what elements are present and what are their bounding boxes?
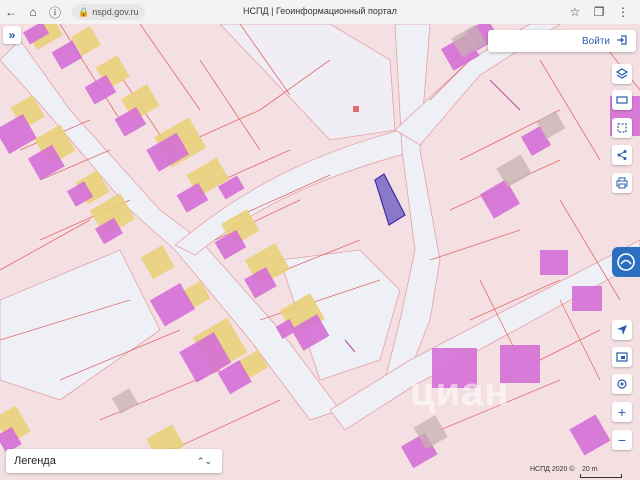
legend-label: Легенда — [14, 455, 56, 467]
url-text: nspd.gov.ru — [92, 7, 139, 17]
zoom-out-button[interactable]: − — [612, 430, 632, 450]
zoom-in-icon: + — [617, 404, 627, 420]
select-area-icon — [617, 123, 627, 133]
ruler-icon — [616, 96, 628, 104]
select-area-button[interactable] — [612, 118, 632, 138]
locate-icon — [617, 325, 627, 335]
map-canvas[interactable] — [0, 24, 640, 480]
zoom-out-icon: − — [617, 432, 627, 448]
info-icon[interactable]: ⓘ — [44, 1, 66, 23]
cadastral-map — [0, 24, 640, 480]
expand-panel-button[interactable]: » — [3, 26, 21, 44]
small-marker — [353, 106, 359, 112]
back-icon[interactable]: ← — [0, 1, 22, 23]
chevron-updown-icon: ⌃⌄ — [196, 455, 212, 466]
bookmark-icon[interactable]: ☆ — [564, 1, 586, 23]
layers-icon — [616, 68, 628, 79]
menu-icon[interactable]: ⋮ — [612, 1, 634, 23]
print-button[interactable] — [612, 173, 632, 193]
home-icon[interactable]: ⌂ — [22, 1, 44, 23]
share-button[interactable] — [612, 145, 632, 165]
measure-button[interactable] — [612, 90, 632, 110]
layers-button[interactable] — [612, 64, 632, 84]
scale-label: 20 m — [582, 466, 598, 473]
login-icon — [616, 34, 628, 49]
share-icon — [617, 150, 627, 160]
watermark: циан — [410, 370, 510, 414]
address-bar[interactable]: 🔒 nspd.gov.ru — [72, 4, 145, 20]
double-chevron-right-icon: » — [8, 28, 16, 42]
locate-button[interactable] — [612, 320, 632, 340]
geolocation-button[interactable] — [612, 374, 632, 394]
lock-icon: 🔒 — [78, 6, 90, 17]
print-icon — [616, 177, 628, 189]
screen-icon — [616, 352, 628, 362]
side-panel-tab[interactable] — [612, 247, 640, 277]
login-bar[interactable]: Войти — [488, 30, 636, 52]
geolocation-icon — [617, 379, 627, 389]
browser-toolbar: ← ⌂ ⓘ 🔒 nspd.gov.ru НСПД | Геоинформацио… — [0, 0, 640, 25]
screen-button[interactable] — [612, 347, 632, 367]
legend-selector[interactable]: Легенда ⌃⌄ — [6, 449, 222, 473]
zoom-in-button[interactable]: + — [612, 402, 632, 422]
login-label: Войти — [582, 35, 610, 47]
tab-title: НСПД | Геоинформационный портал — [243, 6, 397, 16]
portal-logo-icon — [617, 253, 635, 271]
tabs-icon[interactable]: ❐ — [588, 1, 610, 23]
scale-bar — [580, 474, 622, 478]
attribution: НСПД 2020 © — [530, 466, 575, 473]
